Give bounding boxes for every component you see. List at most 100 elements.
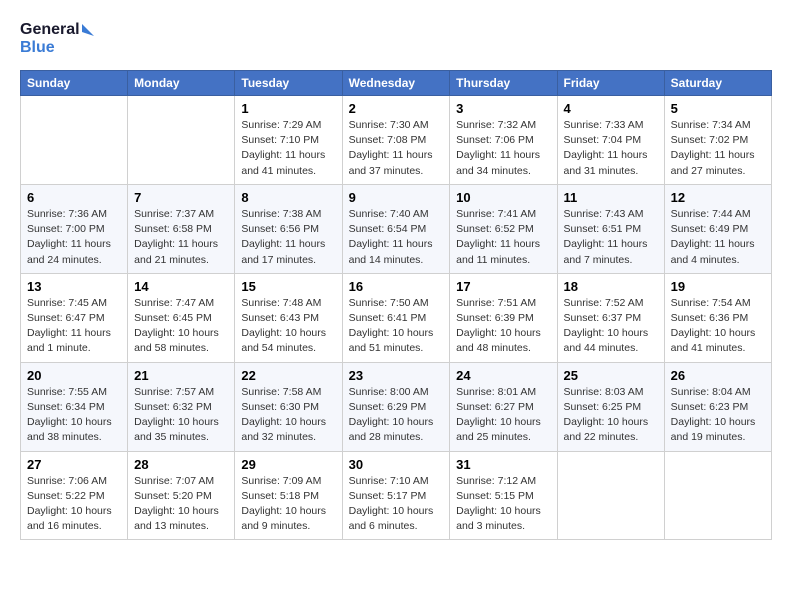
day-number: 28: [134, 457, 228, 472]
day-number: 31: [456, 457, 550, 472]
calendar-cell: [128, 96, 235, 185]
day-number: 24: [456, 368, 550, 383]
calendar-cell: 5 Sunrise: 7:34 AM Sunset: 7:02 PM Daylig…: [664, 96, 771, 185]
day-number: 25: [564, 368, 658, 383]
calendar-cell: 8 Sunrise: 7:38 AM Sunset: 6:56 PM Daylig…: [235, 184, 342, 273]
calendar-week-5: 27 Sunrise: 7:06 AM Sunset: 5:22 PM Dayli…: [21, 451, 772, 540]
day-number: 14: [134, 279, 228, 294]
weekday-header-thursday: Thursday: [450, 71, 557, 96]
day-number: 12: [671, 190, 765, 205]
calendar-cell: 15 Sunrise: 7:48 AM Sunset: 6:43 PM Dayli…: [235, 273, 342, 362]
day-number: 8: [241, 190, 335, 205]
day-number: 9: [349, 190, 444, 205]
calendar-cell: 16Sunrise: 7:50 AM Sunset: 6:41 PM Dayli…: [342, 273, 450, 362]
day-number: 18: [564, 279, 658, 294]
day-number: 4: [564, 101, 658, 116]
day-number: 30: [349, 457, 444, 472]
calendar-cell: 27 Sunrise: 7:06 AM Sunset: 5:22 PM Dayli…: [21, 451, 128, 540]
day-info: Sunrise: 8:03 AM Sunset: 6:25 PM Dayligh…: [564, 385, 658, 446]
svg-text:General: General: [20, 21, 80, 38]
logo: GeneralBlue: [20, 16, 100, 58]
day-info: Sunrise: 7:41 AM Sunset: 6:52 PM Dayligh…: [456, 207, 550, 268]
calendar-table: SundayMondayTuesdayWednesdayThursdayFrid…: [20, 70, 772, 540]
page-header: GeneralBlue: [20, 16, 772, 58]
calendar-cell: 4 Sunrise: 7:33 AM Sunset: 7:04 PM Daylig…: [557, 96, 664, 185]
day-number: 13: [27, 279, 121, 294]
day-info: Sunrise: 7:09 AM Sunset: 5:18 PM Dayligh…: [241, 474, 335, 535]
calendar-cell: 9 Sunrise: 7:40 AM Sunset: 6:54 PM Daylig…: [342, 184, 450, 273]
calendar-cell: 18 Sunrise: 7:52 AM Sunset: 6:37 PM Dayli…: [557, 273, 664, 362]
calendar-cell: [557, 451, 664, 540]
day-number: 3: [456, 101, 550, 116]
calendar-header-row: SundayMondayTuesdayWednesdayThursdayFrid…: [21, 71, 772, 96]
day-info: Sunrise: 7:43 AM Sunset: 6:51 PM Dayligh…: [564, 207, 658, 268]
day-number: 2: [349, 101, 444, 116]
weekday-header-sunday: Sunday: [21, 71, 128, 96]
calendar-week-1: 1Sunrise: 7:29 AM Sunset: 7:10 PM Daylig…: [21, 96, 772, 185]
calendar-week-2: 6 Sunrise: 7:36 AM Sunset: 7:00 PM Daylig…: [21, 184, 772, 273]
day-number: 27: [27, 457, 121, 472]
calendar-cell: 28 Sunrise: 7:07 AM Sunset: 5:20 PM Dayli…: [128, 451, 235, 540]
calendar-cell: 22 Sunrise: 7:58 AM Sunset: 6:30 PM Dayli…: [235, 362, 342, 451]
day-info: Sunrise: 7:33 AM Sunset: 7:04 PM Dayligh…: [564, 118, 658, 179]
day-number: 22: [241, 368, 335, 383]
calendar-cell: 19 Sunrise: 7:54 AM Sunset: 6:36 PM Dayli…: [664, 273, 771, 362]
calendar-cell: 2 Sunrise: 7:30 AM Sunset: 7:08 PM Daylig…: [342, 96, 450, 185]
day-info: Sunrise: 7:29 AM Sunset: 7:10 PM Dayligh…: [241, 118, 335, 179]
day-info: Sunrise: 7:44 AM Sunset: 6:49 PM Dayligh…: [671, 207, 765, 268]
calendar-cell: 23Sunrise: 8:00 AM Sunset: 6:29 PM Dayli…: [342, 362, 450, 451]
day-info: Sunrise: 7:36 AM Sunset: 7:00 PM Dayligh…: [27, 207, 121, 268]
day-number: 15: [241, 279, 335, 294]
day-info: Sunrise: 7:37 AM Sunset: 6:58 PM Dayligh…: [134, 207, 228, 268]
calendar-cell: 7 Sunrise: 7:37 AM Sunset: 6:58 PM Daylig…: [128, 184, 235, 273]
calendar-cell: 3 Sunrise: 7:32 AM Sunset: 7:06 PM Daylig…: [450, 96, 557, 185]
day-number: 6: [27, 190, 121, 205]
day-number: 26: [671, 368, 765, 383]
calendar-cell: [664, 451, 771, 540]
calendar-cell: 12 Sunrise: 7:44 AM Sunset: 6:49 PM Dayli…: [664, 184, 771, 273]
day-info: Sunrise: 7:38 AM Sunset: 6:56 PM Dayligh…: [241, 207, 335, 268]
day-info: Sunrise: 7:06 AM Sunset: 5:22 PM Dayligh…: [27, 474, 121, 535]
day-info: Sunrise: 7:07 AM Sunset: 5:20 PM Dayligh…: [134, 474, 228, 535]
calendar-week-3: 13 Sunrise: 7:45 AM Sunset: 6:47 PM Dayli…: [21, 273, 772, 362]
calendar-cell: 10 Sunrise: 7:41 AM Sunset: 6:52 PM Dayli…: [450, 184, 557, 273]
day-info: Sunrise: 8:04 AM Sunset: 6:23 PM Dayligh…: [671, 385, 765, 446]
calendar-cell: 14Sunrise: 7:47 AM Sunset: 6:45 PM Dayli…: [128, 273, 235, 362]
day-info: Sunrise: 7:58 AM Sunset: 6:30 PM Dayligh…: [241, 385, 335, 446]
day-number: 21: [134, 368, 228, 383]
day-number: 10: [456, 190, 550, 205]
day-info: Sunrise: 7:51 AM Sunset: 6:39 PM Dayligh…: [456, 296, 550, 357]
calendar-week-4: 20Sunrise: 7:55 AM Sunset: 6:34 PM Dayli…: [21, 362, 772, 451]
day-number: 23: [349, 368, 444, 383]
calendar-cell: 25 Sunrise: 8:03 AM Sunset: 6:25 PM Dayli…: [557, 362, 664, 451]
day-info: Sunrise: 7:52 AM Sunset: 6:37 PM Dayligh…: [564, 296, 658, 357]
calendar-cell: 6 Sunrise: 7:36 AM Sunset: 7:00 PM Daylig…: [21, 184, 128, 273]
day-info: Sunrise: 7:30 AM Sunset: 7:08 PM Dayligh…: [349, 118, 444, 179]
day-number: 19: [671, 279, 765, 294]
logo-svg: GeneralBlue: [20, 16, 100, 58]
day-info: Sunrise: 7:45 AM Sunset: 6:47 PM Dayligh…: [27, 296, 121, 357]
calendar-cell: 17 Sunrise: 7:51 AM Sunset: 6:39 PM Dayli…: [450, 273, 557, 362]
calendar-cell: 21Sunrise: 7:57 AM Sunset: 6:32 PM Dayli…: [128, 362, 235, 451]
day-info: Sunrise: 7:10 AM Sunset: 5:17 PM Dayligh…: [349, 474, 444, 535]
day-number: 11: [564, 190, 658, 205]
day-number: 29: [241, 457, 335, 472]
day-number: 17: [456, 279, 550, 294]
calendar-cell: 29 Sunrise: 7:09 AM Sunset: 5:18 PM Dayli…: [235, 451, 342, 540]
calendar-cell: [21, 96, 128, 185]
day-info: Sunrise: 7:32 AM Sunset: 7:06 PM Dayligh…: [456, 118, 550, 179]
day-info: Sunrise: 7:55 AM Sunset: 6:34 PM Dayligh…: [27, 385, 121, 446]
calendar-cell: 13 Sunrise: 7:45 AM Sunset: 6:47 PM Dayli…: [21, 273, 128, 362]
day-info: Sunrise: 7:40 AM Sunset: 6:54 PM Dayligh…: [349, 207, 444, 268]
day-number: 5: [671, 101, 765, 116]
day-info: Sunrise: 7:54 AM Sunset: 6:36 PM Dayligh…: [671, 296, 765, 357]
calendar-cell: 20Sunrise: 7:55 AM Sunset: 6:34 PM Dayli…: [21, 362, 128, 451]
weekday-header-saturday: Saturday: [664, 71, 771, 96]
calendar-cell: 24Sunrise: 8:01 AM Sunset: 6:27 PM Dayli…: [450, 362, 557, 451]
day-number: 7: [134, 190, 228, 205]
weekday-header-monday: Monday: [128, 71, 235, 96]
day-info: Sunrise: 7:34 AM Sunset: 7:02 PM Dayligh…: [671, 118, 765, 179]
calendar-cell: 1Sunrise: 7:29 AM Sunset: 7:10 PM Daylig…: [235, 96, 342, 185]
day-info: Sunrise: 7:50 AM Sunset: 6:41 PM Dayligh…: [349, 296, 444, 357]
day-info: Sunrise: 7:48 AM Sunset: 6:43 PM Dayligh…: [241, 296, 335, 357]
